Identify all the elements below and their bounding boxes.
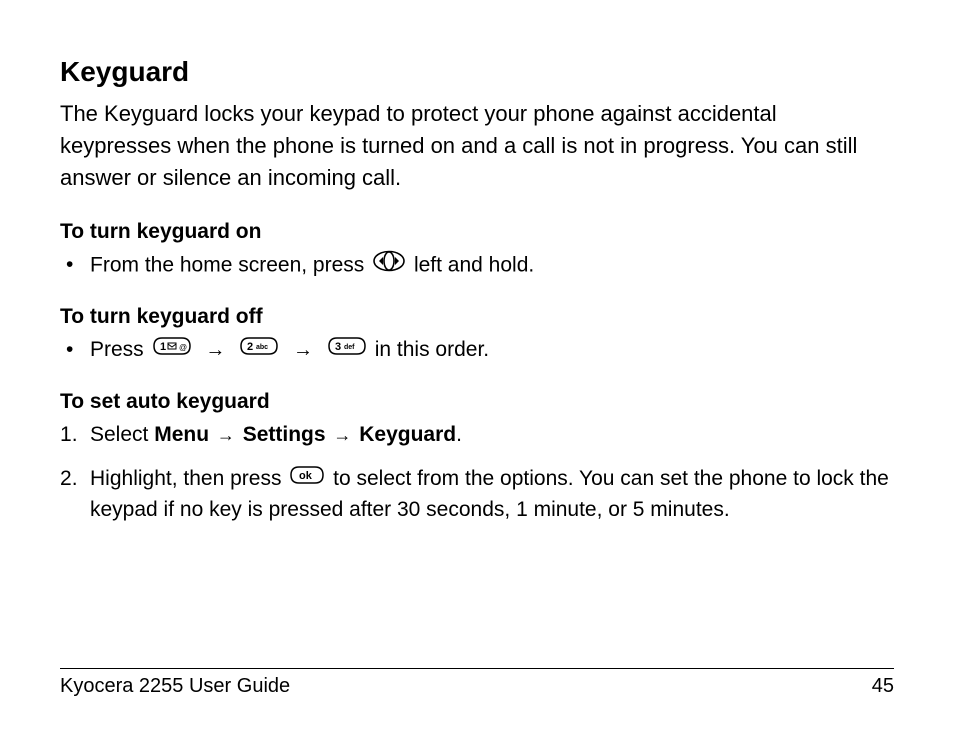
intro-paragraph: The Keyguard locks your keypad to protec… xyxy=(60,98,894,194)
step2-before: Highlight, then press xyxy=(90,467,287,490)
page-title: Keyguard xyxy=(60,56,894,88)
step1-menu: Menu xyxy=(154,423,209,446)
step1-prefix: Select xyxy=(90,423,154,446)
auto-step-1: Select Menu → Settings → Keyguard. xyxy=(60,420,894,450)
svg-text:3: 3 xyxy=(335,341,341,353)
key-2-icon: 2 abc xyxy=(239,335,279,365)
nav-key-icon xyxy=(372,250,406,281)
footer-guide-name: Kyocera 2255 User Guide xyxy=(60,675,290,698)
turn-on-text-before: From the home screen, press xyxy=(90,253,370,276)
arrow-icon: → xyxy=(205,339,225,361)
key-3-icon: 3 def xyxy=(327,335,367,365)
arrow-icon: → xyxy=(333,425,351,445)
turn-off-text-after: in this order. xyxy=(375,338,489,361)
heading-turn-off: To turn keyguard off xyxy=(60,305,894,329)
step1-settings: Settings xyxy=(243,423,326,446)
arrow-icon: → xyxy=(293,339,313,361)
key-1-icon: 1 @ xyxy=(152,335,192,365)
svg-text:1: 1 xyxy=(160,341,166,353)
svg-text:ok: ok xyxy=(299,470,313,482)
heading-auto: To set auto keyguard xyxy=(60,390,894,414)
arrow-icon: → xyxy=(217,425,235,445)
svg-text:abc: abc xyxy=(256,344,268,351)
heading-turn-on: To turn keyguard on xyxy=(60,220,894,244)
page-footer: Kyocera 2255 User Guide 45 xyxy=(60,668,894,698)
step1-keyguard: Keyguard xyxy=(359,423,456,446)
turn-on-text-after: left and hold. xyxy=(414,253,534,276)
turn-off-text-before: Press xyxy=(90,338,150,361)
ok-key-icon: ok xyxy=(289,464,325,494)
step1-suffix: . xyxy=(456,423,462,446)
turn-off-step: Press 1 @ → 2 abc → xyxy=(60,335,894,366)
svg-text:2: 2 xyxy=(247,341,253,353)
auto-step-2: Highlight, then press ok to select from … xyxy=(60,464,894,525)
svg-text:def: def xyxy=(344,344,355,351)
footer-page-number: 45 xyxy=(872,675,894,698)
turn-on-step: From the home screen, press left and hol… xyxy=(60,250,894,281)
svg-text:@: @ xyxy=(179,343,187,352)
